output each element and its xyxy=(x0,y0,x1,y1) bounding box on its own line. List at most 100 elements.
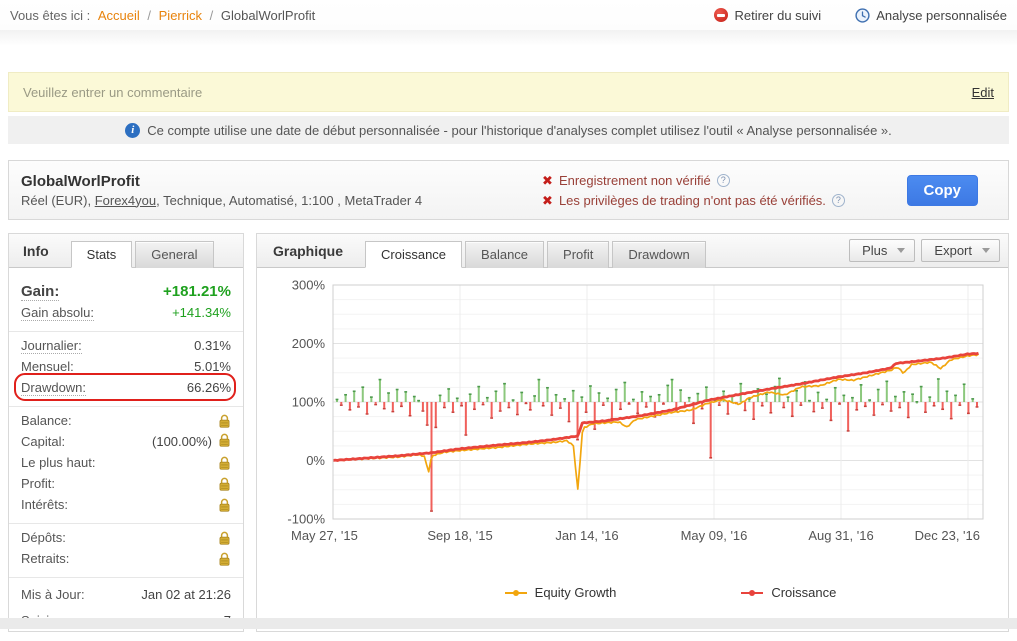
breadcrumb-prefix: Vous êtes ici : xyxy=(10,8,90,23)
lock-icon xyxy=(218,531,231,545)
breadcrumb-separator: / xyxy=(147,8,151,23)
help-icon[interactable]: ? xyxy=(832,194,845,207)
stats-group: Mis à Jour:Jan 02 at 21:26Suivi7 xyxy=(9,578,243,641)
verification-warnings: ✖Enregistrement non vérifié?✖Les privilè… xyxy=(542,173,845,208)
stat-label: Retraits: xyxy=(21,551,69,566)
stats-panel: Info StatsGeneral Gain: +181.21% Gain abso… xyxy=(8,233,244,632)
lock-icon xyxy=(218,498,231,512)
broker-link[interactable]: Forex4you xyxy=(95,193,156,208)
custom-analysis-button[interactable]: Analyse personnalisée xyxy=(855,8,1007,23)
breadcrumb-current: GlobalWorlProfit xyxy=(221,8,315,23)
chart-panel: Graphique CroissanceBalanceProfitDrawdow… xyxy=(256,233,1009,632)
lock-icon xyxy=(218,552,231,566)
stats-group: Journalier:0.31%Mensuel:5.01%Drawdown:66… xyxy=(9,332,243,407)
stats-list: Gain: +181.21% Gain absolu: +141.34% Journal… xyxy=(9,268,243,641)
copy-button[interactable]: Copy xyxy=(907,175,979,206)
help-icon[interactable]: ? xyxy=(717,174,730,187)
remove-from-watch-button[interactable]: Retirer du suivi xyxy=(714,8,821,23)
remove-icon xyxy=(714,8,728,22)
stat-label: Balance: xyxy=(21,413,72,428)
top-breadcrumb-bar: Vous êtes ici : Accueil / Pierrick / Glo… xyxy=(0,0,1017,30)
stat-label: Mis à Jour: xyxy=(21,587,85,602)
legend-item-croissance[interactable]: Croissance xyxy=(741,585,836,600)
stat-row-capital: Capital: (100.00%) xyxy=(21,431,231,452)
legend-marker xyxy=(505,591,527,594)
stat-row-dépôts: Dépôts: xyxy=(21,527,231,548)
breadcrumb-link-user[interactable]: Pierrick xyxy=(159,8,202,23)
lock-icon xyxy=(218,433,231,447)
breadcrumb-link-home[interactable]: Accueil xyxy=(98,8,140,23)
account-meta: Réel (EUR), Forex4you, Technique, Automa… xyxy=(21,193,422,208)
stats-group: Balance:Capital:(100.00%)Le plus haut:Pr… xyxy=(9,407,243,524)
svg-text:Aug 31, '16: Aug 31, '16 xyxy=(808,528,873,543)
stats-panel-title: Info xyxy=(23,243,49,259)
svg-text:Dec 23, '16: Dec 23, '16 xyxy=(915,528,980,543)
stat-row-mensuel: Mensuel: 5.01% xyxy=(21,356,231,377)
account-meta-post: , Technique, Automatisé, 1:100 , MetaTra… xyxy=(156,193,422,208)
svg-text:200%: 200% xyxy=(292,336,326,351)
chart-legend: Equity Growth Croissance xyxy=(263,585,1008,600)
verification-warning-row: ✖Enregistrement non vérifié? xyxy=(542,173,845,188)
svg-text:300%: 300% xyxy=(292,278,326,293)
legend-label: Equity Growth xyxy=(535,585,617,600)
stat-row-gain: Gain: +181.21% xyxy=(21,281,231,302)
svg-text:Jan 14, '16: Jan 14, '16 xyxy=(555,528,618,543)
stat-value: +141.34% xyxy=(172,305,231,320)
stat-label: Capital: xyxy=(21,434,65,449)
stat-label: Intérêts: xyxy=(21,497,68,512)
stat-label: Gain absolu: xyxy=(21,305,94,321)
chart-tab-profit[interactable]: Profit xyxy=(547,241,609,268)
tab-general[interactable]: General xyxy=(135,241,213,268)
notice-text: Ce compte utilise une date de début pers… xyxy=(147,123,892,138)
breadcrumb: Vous êtes ici : Accueil / Pierrick / Glo… xyxy=(10,8,315,23)
tab-stats[interactable]: Stats xyxy=(71,241,133,268)
plus-dropdown-label: Plus xyxy=(862,243,887,258)
comment-edit-link[interactable]: Edit xyxy=(972,85,994,100)
stat-label: Dépôts: xyxy=(21,530,66,545)
plus-dropdown[interactable]: Plus xyxy=(849,239,915,262)
stat-row-le-plus-haut: Le plus haut: xyxy=(21,452,231,473)
chart-tab-balance[interactable]: Balance xyxy=(465,241,544,268)
stat-row-intérêts: Intérêts: xyxy=(21,494,231,515)
topbar-shadow xyxy=(0,30,1017,46)
stat-value: (100.00%) xyxy=(152,434,212,449)
locked-value xyxy=(218,414,231,428)
stat-value: Jan 02 at 21:26 xyxy=(141,587,231,602)
stat-label: Le plus haut: xyxy=(21,455,95,470)
chevron-down-icon xyxy=(897,248,905,253)
chart-panel-header: Graphique CroissanceBalanceProfitDrawdow… xyxy=(257,234,1008,268)
growth-chart[interactable]: 300%200%100%0%-100%May 27, '15Sep 18, '1… xyxy=(257,268,1008,600)
locked-value xyxy=(218,498,231,512)
account-identity: GlobalWorlProfit Réel (EUR), Forex4you, … xyxy=(21,173,422,208)
verification-warning-text: Les privilèges de trading n'ont pas été … xyxy=(559,193,826,208)
stat-label: Gain: xyxy=(21,283,59,301)
chart-tab-croissance[interactable]: Croissance xyxy=(365,241,462,268)
stat-label: Mensuel: xyxy=(21,359,74,375)
breadcrumb-separator: / xyxy=(210,8,214,23)
export-dropdown[interactable]: Export xyxy=(921,239,1000,262)
stat-row-gain-absolu: Gain absolu: +141.34% xyxy=(21,302,231,323)
comment-input[interactable]: Veuillez entrer un commentaire Edit xyxy=(8,72,1009,112)
stats-group: Gain: +181.21% Gain absolu: +141.34% xyxy=(9,278,243,332)
chart-tab-drawdown[interactable]: Drawdown xyxy=(612,241,705,268)
custom-start-date-notice: i Ce compte utilise une date de début pe… xyxy=(8,116,1009,144)
lock-icon xyxy=(218,477,231,491)
info-icon: i xyxy=(125,123,140,138)
stat-value: +181.21% xyxy=(163,283,231,300)
legend-label: Croissance xyxy=(771,585,836,600)
stat-row-retraits: Retraits: xyxy=(21,548,231,569)
legend-item-equity-growth[interactable]: Equity Growth xyxy=(505,585,617,600)
svg-text:May 09, '16: May 09, '16 xyxy=(681,528,748,543)
account-header: GlobalWorlProfit Réel (EUR), Forex4you, … xyxy=(8,160,1009,220)
locked-value xyxy=(218,433,231,450)
svg-text:0%: 0% xyxy=(306,453,325,468)
stat-row-journalier: Journalier:0.31% xyxy=(21,335,231,356)
locked-value xyxy=(218,552,231,566)
stat-value: 5.01% xyxy=(194,359,231,374)
verification-warning-text: Enregistrement non vérifié xyxy=(559,173,711,188)
svg-text:May 27, '15: May 27, '15 xyxy=(291,528,358,543)
remove-from-watch-label: Retirer du suivi xyxy=(734,8,821,23)
locked-value xyxy=(218,456,231,470)
locked-value xyxy=(218,477,231,491)
locked-value xyxy=(218,531,231,545)
